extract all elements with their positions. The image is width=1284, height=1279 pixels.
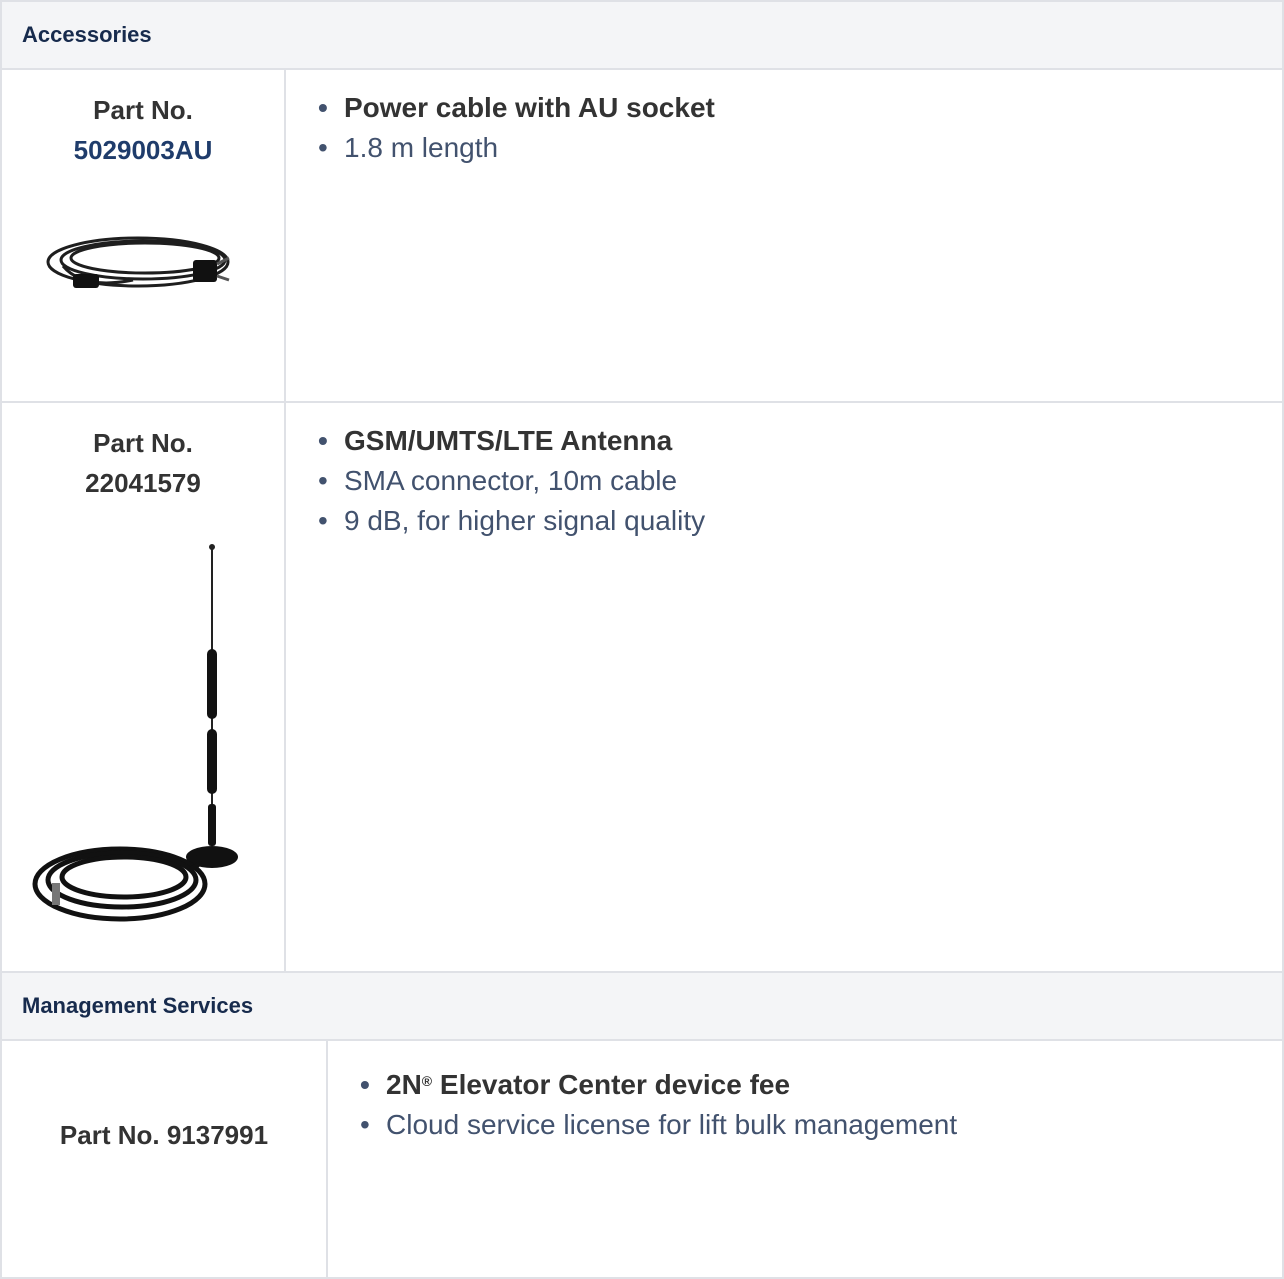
accessory-part-cell: Part No. 22041579	[0, 401, 286, 973]
magnetic-antenna-with-cable-icon	[32, 544, 238, 922]
accessory-feature-list: GSM/UMTS/LTE Antenna SMA connector, 10m …	[318, 421, 1282, 541]
management-services-header: Management Services	[0, 971, 1284, 1041]
accessory-detail: 9 dB, for higher signal quality	[318, 501, 1282, 541]
accessories-header-title: Accessories	[22, 22, 152, 47]
service-part-number: Part No. 9137991	[59, 1120, 269, 1150]
accessory-title: Power cable with AU socket	[318, 88, 1282, 128]
accessory-detail: 1.8 m length	[318, 128, 1282, 168]
accessories-header: Accessories	[0, 0, 1284, 70]
service-feature-list: 2N® Elevator Center device fee Cloud ser…	[360, 1065, 1282, 1145]
service-desc-cell: 2N® Elevator Center device fee Cloud ser…	[326, 1039, 1284, 1279]
brand-name: 2N	[386, 1069, 422, 1100]
accessory-part-cell: Part No. 5029003AU	[0, 68, 286, 403]
service-title-text: Elevator Center device fee	[432, 1069, 791, 1100]
part-label: Part No.	[93, 428, 193, 458]
management-services-header-title: Management Services	[22, 993, 254, 1018]
accessory-title: GSM/UMTS/LTE Antenna	[318, 421, 1282, 461]
service-part-cell: Part No. 9137991	[0, 1039, 328, 1279]
part-number-link[interactable]: 5029003AU	[2, 130, 284, 170]
accessory-desc-cell: Power cable with AU socket 1.8 m length	[284, 68, 1284, 403]
part-label: Part No.	[93, 95, 193, 125]
service-title: 2N® Elevator Center device fee	[360, 1065, 1282, 1105]
power-cable-au-plug-icon	[46, 236, 230, 288]
registered-mark: ®	[421, 1073, 433, 1089]
service-detail: Cloud service license for lift bulk mana…	[360, 1105, 1282, 1145]
accessory-detail: SMA connector, 10m cable	[318, 461, 1282, 501]
accessory-desc-cell: GSM/UMTS/LTE Antenna SMA connector, 10m …	[284, 401, 1284, 973]
part-number: 22041579	[85, 468, 201, 498]
accessory-feature-list: Power cable with AU socket 1.8 m length	[318, 88, 1282, 168]
